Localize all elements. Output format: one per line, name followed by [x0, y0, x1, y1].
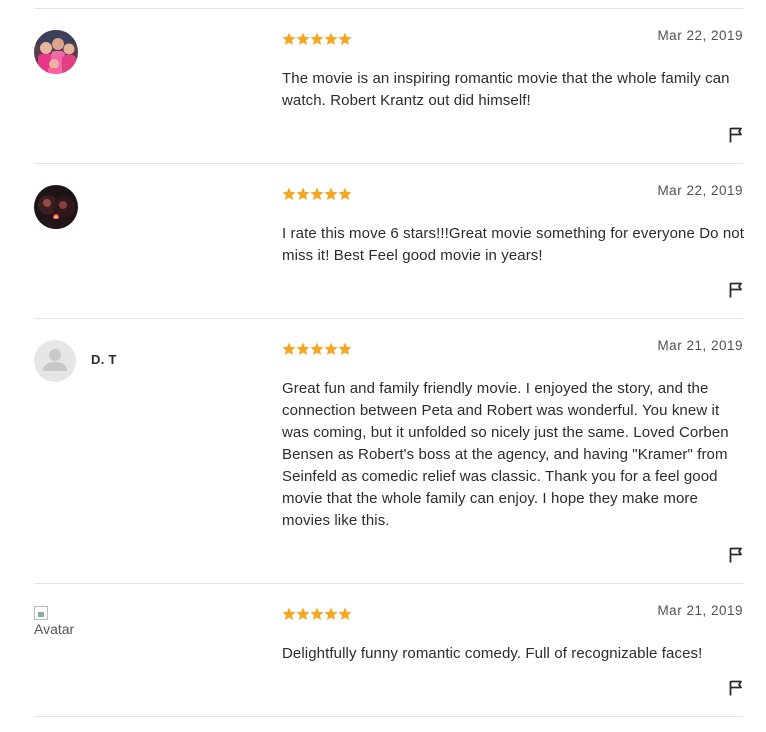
star-rating — [282, 187, 354, 201]
star-icon — [282, 187, 296, 200]
star-icon — [324, 187, 338, 200]
flag-icon[interactable] — [729, 680, 743, 696]
review-item: Mar 22, 2019 I rate this move 6 stars!!!… — [34, 183, 744, 319]
user-avatar[interactable] — [34, 340, 76, 382]
star-icon — [296, 342, 310, 355]
review-date: Mar 22, 2019 — [657, 28, 743, 43]
star-rating — [282, 342, 354, 356]
review-item: D. T Mar 21, 2019 Great fun and family f… — [34, 338, 743, 584]
divider — [34, 716, 743, 717]
flag-icon[interactable] — [729, 547, 743, 563]
star-icon — [296, 32, 310, 45]
review-text: The movie is an inspiring romantic movie… — [282, 70, 730, 109]
star-icon — [338, 187, 352, 200]
flag-icon[interactable] — [729, 127, 743, 143]
star-icon — [296, 607, 310, 620]
star-icon — [310, 342, 324, 355]
star-icon — [310, 607, 324, 620]
username[interactable]: D. T — [91, 352, 117, 367]
star-icon — [296, 187, 310, 200]
review-date: Mar 21, 2019 — [657, 338, 743, 353]
review-date: Mar 22, 2019 — [657, 183, 743, 198]
star-icon — [282, 32, 296, 45]
user-avatar[interactable]: Avatar — [34, 605, 94, 645]
user-avatar[interactable] — [34, 185, 78, 229]
star-icon — [338, 607, 352, 620]
star-icon — [324, 32, 338, 45]
review-text: Great fun and family friendly movie. I e… — [282, 380, 729, 529]
broken-image-icon — [34, 606, 48, 620]
review-item: Avatar Mar 21, 2019 Delightfully funny r… — [34, 603, 743, 717]
star-rating — [282, 607, 354, 621]
star-icon — [282, 607, 296, 620]
star-icon — [282, 342, 296, 355]
star-icon — [324, 342, 338, 355]
star-icon — [338, 32, 352, 45]
star-icon — [310, 187, 324, 200]
review-text: I rate this move 6 stars!!!Great movie s… — [282, 225, 744, 264]
review-date: Mar 21, 2019 — [657, 603, 743, 618]
review-text: Delightfully funny romantic comedy. Full… — [282, 645, 703, 662]
user-avatar[interactable] — [34, 30, 78, 74]
divider — [34, 8, 743, 9]
review-item: Mar 22, 2019 The movie is an inspiring r… — [34, 28, 743, 164]
divider — [34, 318, 743, 319]
divider — [34, 583, 743, 584]
star-icon — [338, 342, 352, 355]
avatar-alt-text: Avatar — [34, 621, 75, 637]
divider — [34, 163, 743, 164]
user-icon — [34, 340, 76, 382]
star-icon — [324, 607, 338, 620]
star-icon — [310, 32, 324, 45]
flag-icon[interactable] — [729, 282, 743, 298]
star-rating — [282, 32, 354, 46]
